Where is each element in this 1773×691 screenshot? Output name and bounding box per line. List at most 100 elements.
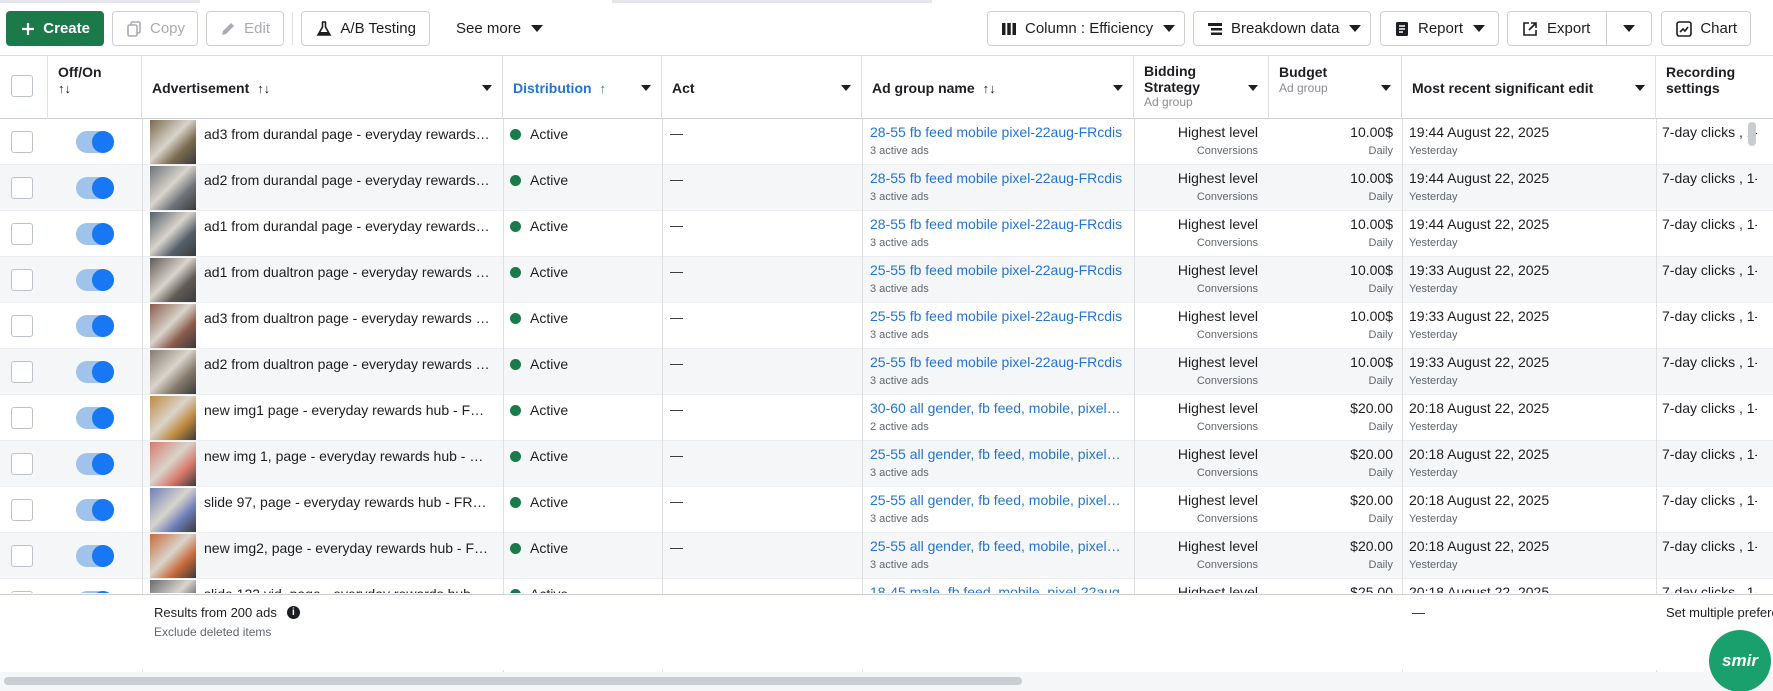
recording-settings-total[interactable]: Set multiple preferences	[1666, 605, 1773, 620]
row-checkbox[interactable]	[11, 315, 33, 337]
budget-value[interactable]: $25.00	[1270, 584, 1393, 593]
ad-group-link[interactable]: 25-55 all gender, fb feed, mobile, pixel…	[870, 446, 1124, 462]
ad-name[interactable]: ad2 from dualtron page - everyday reward…	[204, 356, 490, 372]
chart-button[interactable]: Chart	[1661, 11, 1751, 46]
table-row[interactable]: slide 97, page - everyday rewards hub - …	[0, 487, 1773, 533]
header-offon[interactable]: Off/On ↑↓	[48, 56, 142, 119]
export-options-button[interactable]	[1606, 11, 1652, 46]
ad-toggle[interactable]	[76, 591, 114, 593]
create-button[interactable]: Create	[6, 11, 104, 46]
ad-group-link[interactable]: 25-55 fb feed mobile pixel-22aug-FRcdis	[870, 354, 1124, 370]
row-checkbox[interactable]	[11, 591, 33, 593]
header-act[interactable]: Act	[662, 56, 862, 119]
ad-name[interactable]: ad2 from durandal page - everyday reward…	[204, 172, 490, 188]
ad-name[interactable]: ad3 from dualtron page - everyday reward…	[204, 310, 490, 326]
ad-toggle[interactable]	[76, 453, 114, 475]
export-button[interactable]: Export	[1507, 11, 1607, 46]
budget-value[interactable]: 10.00$	[1270, 216, 1393, 232]
row-checkbox[interactable]	[11, 223, 33, 245]
ad-group-link[interactable]: 30-60 all gender, fb feed, mobile, pixel…	[870, 400, 1124, 416]
ad-toggle[interactable]	[76, 545, 114, 567]
ad-name[interactable]: new img1 page - everyday rewards hub - F…	[204, 402, 490, 418]
vertical-scrollbar[interactable]	[1748, 122, 1756, 146]
smir-badge[interactable]: smir	[1709, 630, 1771, 691]
row-checkbox[interactable]	[11, 361, 33, 383]
ad-toggle[interactable]	[76, 407, 114, 429]
row-checkbox[interactable]	[11, 177, 33, 199]
ad-thumbnail[interactable]	[150, 166, 196, 210]
ad-name[interactable]: slide 97, page - everyday rewards hub - …	[204, 494, 490, 510]
header-distribution[interactable]: Distribution ↑	[503, 56, 662, 119]
table-row[interactable]: new img 1, page - everyday rewards hub -…	[0, 441, 1773, 487]
table-row[interactable]: ad3 from durandal page - everyday reward…	[0, 119, 1773, 165]
header-recent-edit[interactable]: Most recent significant edit	[1402, 56, 1656, 119]
row-checkbox[interactable]	[11, 499, 33, 521]
ad-thumbnail[interactable]	[150, 580, 196, 593]
ad-name[interactable]: new img 1, page - everyday rewards hub -…	[204, 448, 490, 464]
table-row[interactable]: slide 123 vid, page - everyday rewards h…	[0, 579, 1773, 593]
table-row[interactable]: ad1 from dualtron page - everyday reward…	[0, 257, 1773, 303]
header-recording-settings[interactable]: Recording settings	[1656, 56, 1773, 119]
budget-value[interactable]: $20.00	[1270, 400, 1393, 416]
row-checkbox[interactable]	[11, 545, 33, 567]
ad-toggle[interactable]	[76, 361, 114, 383]
budget-value[interactable]: $20.00	[1270, 492, 1393, 508]
info-icon[interactable]: i	[286, 606, 300, 619]
horizontal-scrollbar[interactable]	[0, 672, 1773, 691]
ad-group-link[interactable]: 25-55 fb feed mobile pixel-22aug-FRcdis	[870, 308, 1124, 324]
table-row[interactable]: ad3 from dualtron page - everyday reward…	[0, 303, 1773, 349]
budget-value[interactable]: 10.00$	[1270, 262, 1393, 278]
ad-group-link[interactable]: 28-55 fb feed mobile pixel-22aug-FRcdis	[870, 124, 1124, 140]
ad-toggle[interactable]	[76, 499, 114, 521]
breakdown-dropdown[interactable]: Breakdown data	[1193, 11, 1371, 46]
ad-thumbnail[interactable]	[150, 120, 196, 164]
table-row[interactable]: ad2 from dualtron page - everyday reward…	[0, 349, 1773, 395]
table-row[interactable]: new img1 page - everyday rewards hub - F…	[0, 395, 1773, 441]
ad-toggle[interactable]	[76, 315, 114, 337]
ad-thumbnail[interactable]	[150, 258, 196, 302]
ad-thumbnail[interactable]	[150, 212, 196, 256]
ad-group-link[interactable]: 25-55 fb feed mobile pixel-22aug-FRcdis	[870, 262, 1124, 278]
table-row[interactable]: ad1 from durandal page - everyday reward…	[0, 211, 1773, 257]
ad-thumbnail[interactable]	[150, 350, 196, 394]
table-row[interactable]: new img2, page - everyday rewards hub - …	[0, 533, 1773, 579]
row-checkbox[interactable]	[11, 131, 33, 153]
header-advertisement[interactable]: Advertisement ↑↓	[142, 56, 503, 119]
horizontal-scroll-thumb[interactable]	[4, 677, 1022, 685]
budget-value[interactable]: 10.00$	[1270, 354, 1393, 370]
see-more-button[interactable]: See more	[442, 11, 552, 46]
ad-thumbnail[interactable]	[150, 488, 196, 532]
ad-name[interactable]: ad1 from durandal page - everyday reward…	[204, 218, 490, 234]
budget-value[interactable]: 10.00$	[1270, 308, 1393, 324]
ad-name[interactable]: ad1 from dualtron page - everyday reward…	[204, 264, 490, 280]
budget-value[interactable]: 10.00$	[1270, 124, 1393, 140]
report-dropdown[interactable]: Report	[1380, 11, 1499, 46]
header-bidding-strategy[interactable]: Bidding Strategy Ad group	[1134, 56, 1269, 119]
ad-name[interactable]: slide 123 vid, page - everyday rewards h…	[204, 586, 490, 593]
ad-thumbnail[interactable]	[150, 396, 196, 440]
ad-group-link[interactable]: 28-55 fb feed mobile pixel-22aug-FRcdis	[870, 170, 1124, 186]
row-checkbox[interactable]	[11, 407, 33, 429]
ad-group-link[interactable]: 25-55 all gender, fb feed, mobile, pixel…	[870, 492, 1124, 508]
header-budget[interactable]: Budget Ad group	[1269, 56, 1402, 119]
ad-group-link[interactable]: 25-55 all gender, fb feed, mobile, pixel…	[870, 538, 1124, 554]
budget-value[interactable]: $20.00	[1270, 538, 1393, 554]
ad-group-link[interactable]: 18-45 male, fb feed, mobile, pixel-22aug	[870, 584, 1124, 593]
ad-name[interactable]: new img2, page - everyday rewards hub - …	[204, 540, 490, 556]
ad-thumbnail[interactable]	[150, 534, 196, 578]
ad-group-link[interactable]: 28-55 fb feed mobile pixel-22aug-FRcdis	[870, 216, 1124, 232]
ad-toggle[interactable]	[76, 177, 114, 199]
copy-button[interactable]: Copy	[112, 11, 198, 46]
edit-button[interactable]: Edit	[206, 11, 284, 46]
ad-toggle[interactable]	[76, 131, 114, 153]
ad-thumbnail[interactable]	[150, 304, 196, 348]
ad-toggle[interactable]	[76, 223, 114, 245]
row-checkbox[interactable]	[11, 453, 33, 475]
budget-value[interactable]: $20.00	[1270, 446, 1393, 462]
ab-testing-button[interactable]: A/B Testing	[301, 11, 430, 46]
ad-thumbnail[interactable]	[150, 442, 196, 486]
column-preset-dropdown[interactable]: Column : Efficiency	[987, 11, 1185, 46]
table-row[interactable]: ad2 from durandal page - everyday reward…	[0, 165, 1773, 211]
budget-value[interactable]: 10.00$	[1270, 170, 1393, 186]
select-all-checkbox[interactable]	[11, 75, 33, 97]
